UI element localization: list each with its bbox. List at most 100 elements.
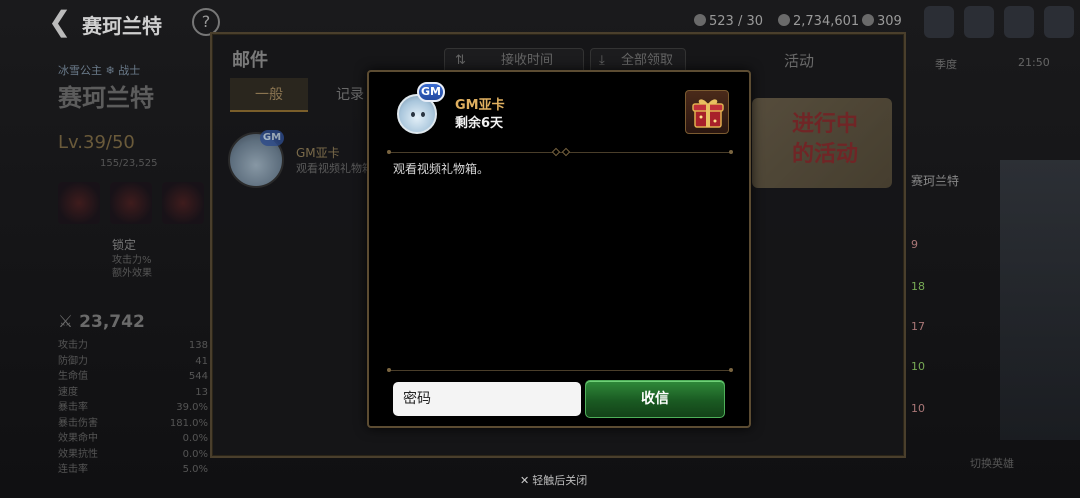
stat-value: 138	[188, 340, 208, 351]
receive-button[interactable]: 收信	[585, 380, 725, 418]
stat-row: 暴击伤害 181.0%	[58, 416, 208, 432]
stat-value: 0.0%	[182, 448, 208, 460]
bottom-divider	[387, 368, 733, 372]
lock-title: 锁定	[112, 238, 137, 252]
stat-row: 攻击力 138	[58, 338, 208, 354]
remaining-days: 剩余6天	[455, 116, 504, 131]
switch-hero-label[interactable]: 切换英雄	[970, 455, 1014, 471]
gem-icon	[862, 14, 874, 26]
hero-name: 赛珂兰特	[58, 84, 154, 112]
resource-value: 523 / 30	[709, 14, 763, 29]
stat-label: 生命值	[58, 371, 88, 382]
resource-gold: 2,734,601	[778, 14, 859, 29]
stat-value: 5.0%	[182, 464, 208, 475]
password-input[interactable]	[393, 382, 581, 416]
divider-end	[387, 368, 391, 372]
stat-label: 连击率	[58, 464, 88, 475]
top-menu-icons	[924, 6, 1074, 38]
stat-value: 544	[188, 371, 208, 382]
mail-sender: GM亚卡	[296, 146, 340, 160]
stat-value: 39.0%	[176, 402, 208, 413]
stat-row: 速度 13	[58, 385, 208, 401]
stat-row: 生命值 544	[58, 369, 208, 385]
skill-icon-2[interactable]	[110, 182, 152, 224]
resource-stamina: 523 / 30	[694, 14, 763, 29]
tab-general[interactable]: 一般	[230, 78, 308, 112]
menu-icon[interactable]	[1044, 6, 1074, 38]
banner-text: 进行中 的活动	[792, 110, 858, 170]
stat-row: 连击率 5.0%	[58, 462, 208, 478]
lock-desc-line: 攻击力%	[112, 255, 152, 266]
stat-label: 效果抗性	[58, 448, 98, 460]
gold-icon	[778, 14, 790, 26]
stat-row: 防御力 41	[58, 354, 208, 370]
resource-value: 2,734,601	[793, 14, 860, 29]
ornament-divider	[387, 147, 733, 157]
modal-sender: GM亚卡	[455, 98, 505, 113]
side-row: 9	[911, 238, 918, 251]
skill-icon-1[interactable]	[58, 182, 100, 224]
stat-value: 0.0%	[182, 433, 208, 444]
divider-end	[729, 150, 733, 154]
side-row: 17	[911, 320, 925, 333]
stamina-icon	[694, 14, 706, 26]
mail-title: 邮件	[232, 50, 268, 71]
sort-label: 接收时间	[501, 53, 554, 68]
divider-end	[387, 150, 391, 154]
hero-subtitle: 冰雪公主 ❄ 战士	[58, 64, 141, 77]
lock-desc-line: 额外效果	[112, 268, 152, 279]
stat-value: 13	[195, 386, 208, 398]
mail-body-text: 观看视频礼物箱。	[393, 162, 490, 176]
gift-box-icon[interactable]	[685, 90, 729, 134]
combat-power: ⚔ 23,742	[58, 312, 145, 332]
shop-icon[interactable]	[924, 6, 954, 38]
side-row: 18	[911, 280, 925, 293]
close-hint-text: 轻触后关闭	[532, 474, 588, 487]
skill-icon-3[interactable]	[162, 182, 204, 224]
chat-icon[interactable]	[1004, 6, 1034, 38]
page-title: 赛珂兰特	[82, 14, 162, 38]
stat-label: 暴击伤害	[58, 417, 98, 429]
divider-diamond	[551, 147, 561, 157]
stat-row: 效果命中 0.0%	[58, 431, 208, 447]
event-banner[interactable]: 进行中 的活动	[752, 98, 892, 188]
resource-value: 309	[877, 14, 902, 29]
claim-all-label: 全部领取	[621, 53, 674, 68]
mail-icon[interactable]	[964, 6, 994, 38]
side-row: 10	[911, 360, 925, 373]
divider-diamond	[561, 147, 571, 157]
avatar-eye	[421, 112, 425, 117]
season-label: 季度	[935, 58, 957, 71]
combat-power-value: 23,742	[79, 312, 145, 332]
stat-row: 暴击率 39.0%	[58, 400, 208, 416]
hero-panel: 冰雪公主 ❄ 战士 赛珂兰特 Lv.39/50 155/23,525 锁定 攻击…	[0, 50, 215, 498]
stat-value: 41	[195, 355, 208, 367]
divider-end	[729, 368, 733, 372]
close-icon: ✕	[520, 474, 530, 487]
mail-list-item[interactable]: GM GM亚卡 观看视频礼物箱。	[226, 130, 384, 194]
avatar-eye	[411, 112, 415, 117]
stat-label: 效果命中	[58, 433, 98, 444]
stat-label: 暴击率	[58, 402, 88, 413]
side-hero-name: 赛珂兰特	[911, 174, 960, 188]
stat-list: 攻击力 138 防御力 41 生命值 544 速度 13 暴击率 39.0% 暴击伤害 18…	[58, 338, 208, 478]
gm-badge: GM	[260, 130, 284, 146]
stat-value: 181.0%	[169, 417, 208, 429]
hero-portrait	[1000, 160, 1080, 440]
team-side-panel: 赛珂兰特 9 18 17 10 10	[905, 160, 1080, 460]
stat-label: 攻击力	[58, 340, 88, 351]
hero-exp: 155/23,525	[100, 158, 158, 169]
tap-to-close-hint[interactable]: ✕ 轻触后关闭	[520, 472, 587, 488]
hero-level: Lv.39/50	[58, 132, 135, 153]
back-arrow-icon[interactable]: ❮	[48, 8, 72, 36]
activity-title: 活动	[784, 52, 815, 70]
lock-desc: 攻击力% 额外效果	[112, 254, 152, 280]
gm-badge: GM	[417, 82, 445, 102]
resource-gems: 309	[862, 14, 902, 29]
banner-line: 的活动	[792, 142, 859, 167]
stat-row: 效果抗性 0.0%	[58, 447, 208, 463]
side-row: 10	[911, 402, 925, 415]
stat-label: 速度	[58, 386, 78, 398]
banner-line: 进行中	[792, 112, 859, 137]
clock-time: 21:50	[1018, 56, 1050, 69]
